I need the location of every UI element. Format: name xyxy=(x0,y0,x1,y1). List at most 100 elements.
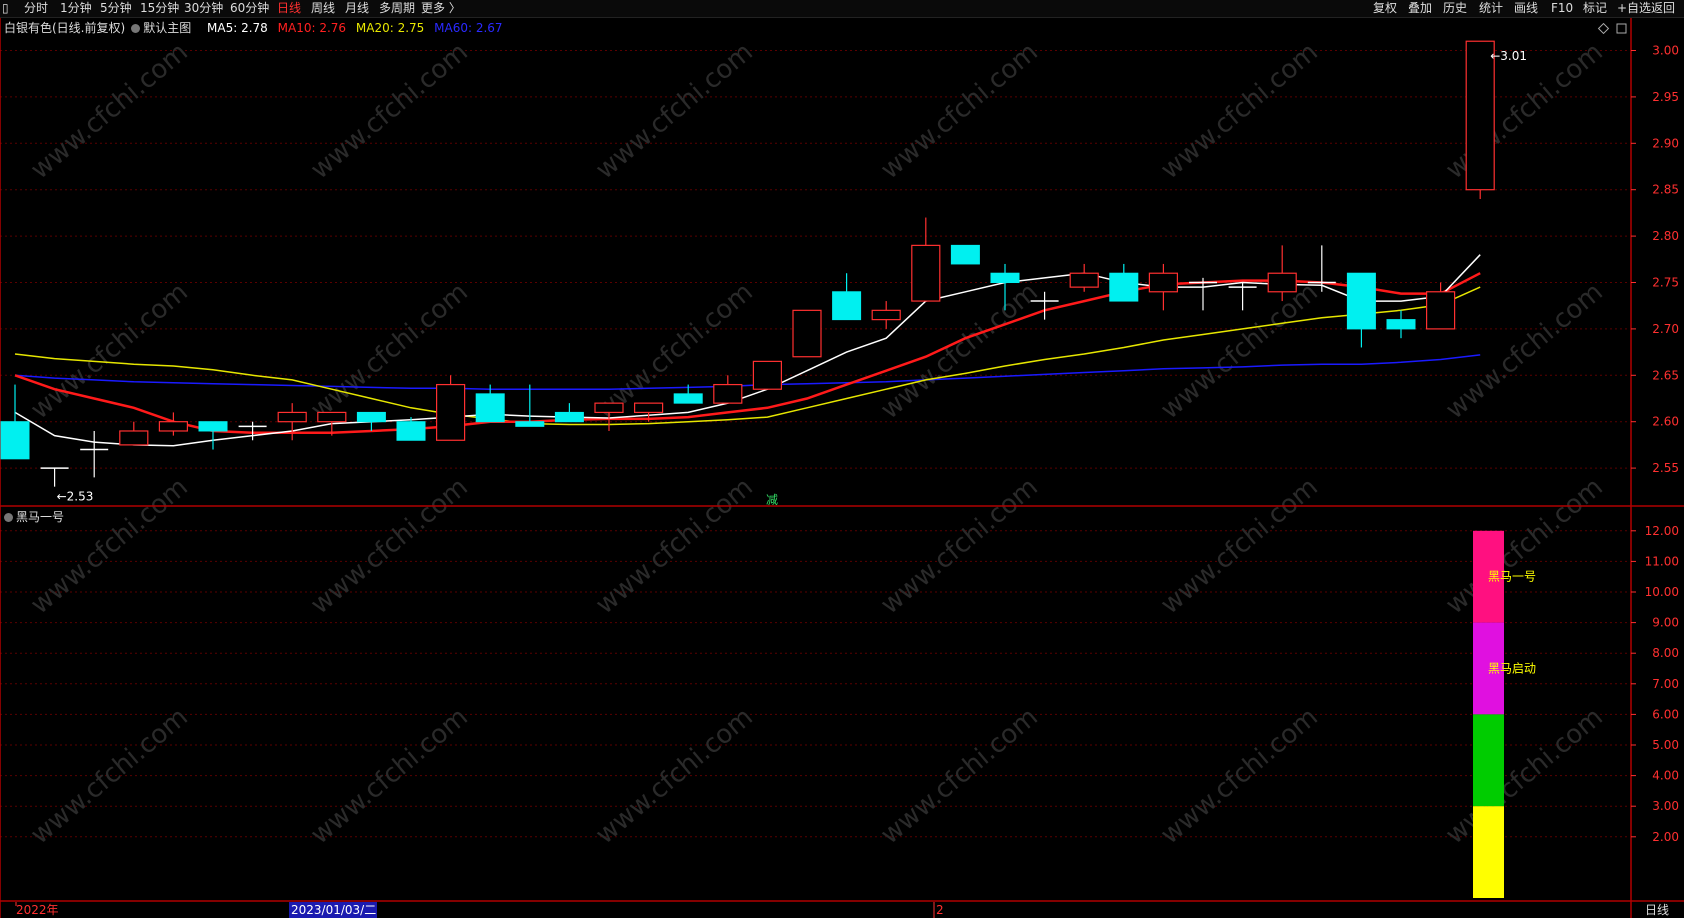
candle-body xyxy=(317,411,347,423)
candle[interactable] xyxy=(80,430,109,478)
price-tick-label: 2.85 xyxy=(1652,183,1679,197)
indicator-bar xyxy=(1473,714,1504,807)
price-tick-label: 2.65 xyxy=(1652,368,1679,382)
toolbar-button-1[interactable]: 叠加 xyxy=(1408,1,1432,16)
watermark-text: www.cfchi.com xyxy=(1155,277,1324,425)
candle[interactable] xyxy=(158,412,188,436)
toolbar-button-6[interactable]: 标记 xyxy=(1583,1,1607,16)
indicator-selector[interactable]: 黑马一号 xyxy=(4,508,64,525)
price-axis: 3.00 2.95 2.90 2.85 2.80 2.75 2.70 2.65 2.60 2.55 xyxy=(1631,44,1679,475)
diamond-icon[interactable] xyxy=(1597,22,1610,35)
candle[interactable] xyxy=(911,217,941,302)
watermark-text: www.cfchi.com xyxy=(875,37,1044,185)
candle-body xyxy=(1425,291,1456,330)
main-chart-dropdown[interactable]: 默认主图 xyxy=(131,21,197,35)
toolbar-button-0[interactable]: 复权 xyxy=(1373,1,1397,16)
candle-body xyxy=(792,309,822,358)
price-tick-label: 2.95 xyxy=(1652,90,1679,104)
candle-body xyxy=(1267,272,1297,293)
period-tab-9[interactable]: 多周期 xyxy=(379,1,415,16)
candle[interactable] xyxy=(277,403,307,441)
candle[interactable] xyxy=(713,375,743,404)
watermark-text: www.cfchi.com xyxy=(1155,702,1324,850)
candle[interactable] xyxy=(792,309,822,358)
candle[interactable] xyxy=(950,244,980,265)
price-tick-label: 2.90 xyxy=(1652,136,1679,150)
candle-body xyxy=(990,272,1020,284)
price-tick-label: 2.80 xyxy=(1652,229,1679,243)
watermark-layer: www.cfchi.com www.cfchi.com www.cfchi.com w… xyxy=(25,37,1609,850)
candle-body xyxy=(911,244,941,302)
period-tab-5[interactable]: 60分钟 xyxy=(230,1,269,16)
period-tab-2[interactable]: 5分钟 xyxy=(100,1,132,16)
candle[interactable] xyxy=(1386,310,1416,339)
candle-body xyxy=(119,430,149,446)
candle-body xyxy=(1109,272,1139,302)
candle[interactable] xyxy=(1189,277,1217,311)
period-tab-8[interactable]: 月线 xyxy=(345,1,369,16)
period-tab-0[interactable]: 分时 xyxy=(24,1,48,16)
indicator-tick-label: 8.00 xyxy=(1652,646,1679,660)
candle[interactable] xyxy=(119,421,149,446)
candle-body xyxy=(198,421,228,432)
period-tab-6[interactable]: 日线 xyxy=(277,1,301,16)
watermark-text: www.cfchi.com xyxy=(1440,702,1609,850)
dropdown-circle-icon xyxy=(4,513,13,522)
annotations: ←3.01 ←2.53 减 xyxy=(57,49,1527,507)
low-price-label: ←2.53 xyxy=(57,490,94,504)
candle[interactable] xyxy=(356,411,386,431)
candle-body xyxy=(356,411,386,423)
toolbar-button-3[interactable]: 统计 xyxy=(1479,1,1503,16)
candle[interactable] xyxy=(554,403,584,423)
candle-body xyxy=(673,393,703,404)
window-icon[interactable]: ▯ xyxy=(2,1,9,16)
candle-body xyxy=(1386,319,1416,330)
candle-body xyxy=(515,421,545,427)
period-tab-4[interactable]: 30分钟 xyxy=(184,1,223,16)
candle[interactable] xyxy=(436,375,466,441)
candle[interactable] xyxy=(0,384,30,460)
toolbar-button-5[interactable]: F10 xyxy=(1551,1,1573,16)
candle[interactable] xyxy=(1148,263,1179,311)
candle[interactable] xyxy=(1069,263,1099,292)
price-tick-label: 2.70 xyxy=(1652,322,1679,336)
price-tick-label: 2.75 xyxy=(1652,276,1679,290)
candle[interactable] xyxy=(1109,263,1139,302)
watermark-text: www.cfchi.com xyxy=(1440,277,1609,425)
indicator-tick-label: 7.00 xyxy=(1652,677,1679,691)
period-tab-7[interactable]: 周线 xyxy=(311,1,335,16)
maximize-icon[interactable] xyxy=(1616,23,1627,34)
year-label: 2022年 xyxy=(16,903,59,917)
toolbar-button-7[interactable]: +自选 xyxy=(1617,1,1651,16)
candle-body xyxy=(752,360,783,390)
candle-body xyxy=(832,291,862,321)
candle[interactable] xyxy=(832,273,862,321)
candlestick-series[interactable] xyxy=(0,40,1495,487)
candle[interactable] xyxy=(1465,40,1495,199)
candle-body xyxy=(554,411,584,423)
candle[interactable] xyxy=(1228,282,1257,311)
watermark-text: www.cfchi.com xyxy=(1440,472,1609,620)
toolbar-button-2[interactable]: 历史 xyxy=(1443,1,1467,16)
period-tab-1[interactable]: 1分钟 xyxy=(60,1,92,16)
watermark-text: www.cfchi.com xyxy=(25,472,194,620)
watermark-text: www.cfchi.com xyxy=(1155,37,1324,185)
candle[interactable] xyxy=(752,360,783,390)
period-tab-10[interactable]: 更多 〉 xyxy=(421,1,461,16)
candle-body xyxy=(713,383,743,404)
corner-controls[interactable] xyxy=(1597,22,1627,35)
candle[interactable] xyxy=(871,301,901,329)
indicator-tick-label: 12.00 xyxy=(1645,524,1679,538)
period-tab-3[interactable]: 15分钟 xyxy=(140,1,179,16)
price-tick-label: 2.60 xyxy=(1652,415,1679,429)
watermark-text: www.cfchi.com xyxy=(875,472,1044,620)
candle[interactable] xyxy=(1346,272,1376,348)
watermark-text: www.cfchi.com xyxy=(305,702,474,850)
toolbar-button-4[interactable]: 画线 xyxy=(1514,1,1538,16)
candle[interactable] xyxy=(40,467,69,487)
indicator-tick-label: 6.00 xyxy=(1652,707,1679,721)
candle[interactable] xyxy=(475,384,505,423)
kline-chart[interactable]: www.cfchi.com www.cfchi.com www.cfchi.com w… xyxy=(0,0,1684,918)
toolbar-button-8[interactable]: 返回 xyxy=(1651,1,1675,16)
candle[interactable] xyxy=(198,421,228,450)
